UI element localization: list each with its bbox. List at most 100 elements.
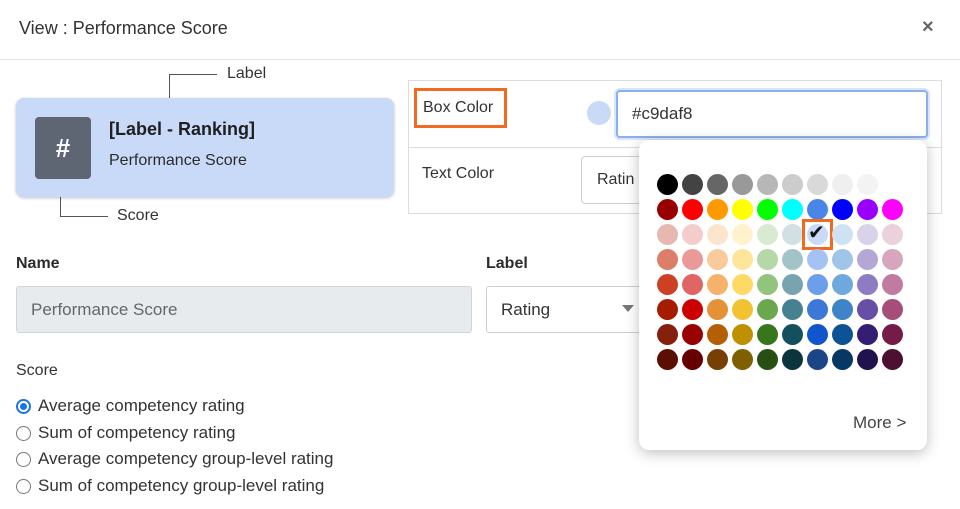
color-swatch[interactable]: [707, 274, 728, 295]
color-swatch[interactable]: [707, 174, 728, 195]
score-option-average-group[interactable]: Average competency group-level rating: [16, 449, 333, 469]
color-swatch[interactable]: [782, 199, 803, 220]
close-icon[interactable]: ×: [922, 16, 934, 39]
color-swatch[interactable]: [832, 174, 853, 195]
color-swatch[interactable]: [707, 299, 728, 320]
color-swatch[interactable]: [657, 174, 678, 195]
color-swatch[interactable]: [807, 249, 828, 270]
color-swatch[interactable]: [832, 249, 853, 270]
color-swatch[interactable]: [757, 349, 778, 370]
color-swatch[interactable]: [707, 249, 728, 270]
name-field[interactable]: [16, 286, 472, 333]
label-annotation: Label: [227, 65, 267, 82]
color-swatch[interactable]: [857, 249, 878, 270]
color-swatch[interactable]: [657, 274, 678, 295]
color-swatch[interactable]: [657, 224, 678, 245]
color-swatch[interactable]: [682, 349, 703, 370]
radio-icon[interactable]: [16, 451, 31, 467]
color-swatch[interactable]: [732, 199, 753, 220]
score-option-sum-group[interactable]: Sum of competency group-level rating: [16, 476, 324, 496]
color-swatch[interactable]: [782, 349, 803, 370]
color-swatch[interactable]: [857, 299, 878, 320]
color-swatch[interactable]: [732, 324, 753, 345]
color-swatch[interactable]: [807, 174, 828, 195]
color-swatch[interactable]: [782, 174, 803, 195]
score-annotation: Score: [117, 207, 159, 224]
color-swatch[interactable]: [857, 274, 878, 295]
color-swatch[interactable]: [882, 299, 903, 320]
color-swatch[interactable]: [832, 274, 853, 295]
color-swatch[interactable]: [757, 274, 778, 295]
color-swatch[interactable]: [882, 324, 903, 345]
color-swatch[interactable]: [757, 299, 778, 320]
color-swatch[interactable]: [807, 274, 828, 295]
color-swatch[interactable]: [807, 349, 828, 370]
color-swatch[interactable]: [782, 299, 803, 320]
color-swatch[interactable]: [682, 174, 703, 195]
text-color-label: Text Color: [422, 165, 495, 182]
color-swatch[interactable]: [882, 349, 903, 370]
color-swatch[interactable]: [732, 349, 753, 370]
color-swatch[interactable]: [882, 224, 903, 245]
color-swatch[interactable]: [707, 349, 728, 370]
color-swatch[interactable]: [832, 324, 853, 345]
color-swatch[interactable]: [682, 299, 703, 320]
color-swatch[interactable]: [707, 324, 728, 345]
color-swatch[interactable]: [732, 224, 753, 245]
color-swatch[interactable]: [882, 199, 903, 220]
color-swatch[interactable]: [832, 224, 853, 245]
color-swatch[interactable]: [682, 274, 703, 295]
color-swatch[interactable]: [807, 199, 828, 220]
color-swatch[interactable]: [782, 324, 803, 345]
color-swatch[interactable]: [857, 224, 878, 245]
color-swatch[interactable]: [707, 199, 728, 220]
color-swatch[interactable]: [732, 274, 753, 295]
color-swatch[interactable]: [757, 199, 778, 220]
box-color-input[interactable]: [616, 90, 928, 138]
color-swatch[interactable]: [707, 224, 728, 245]
color-swatch[interactable]: [782, 224, 803, 245]
color-swatch[interactable]: [857, 349, 878, 370]
more-colors-link[interactable]: More >: [853, 413, 906, 433]
color-swatch[interactable]: [732, 174, 753, 195]
score-option-average-competency[interactable]: Average competency rating: [16, 396, 245, 416]
box-color-swatch[interactable]: [587, 101, 611, 125]
color-swatch[interactable]: [682, 199, 703, 220]
color-swatch[interactable]: [682, 249, 703, 270]
color-swatch[interactable]: [657, 349, 678, 370]
color-swatch[interactable]: [832, 199, 853, 220]
color-picker-popup: ✔ More >: [639, 140, 927, 450]
color-swatch[interactable]: [757, 224, 778, 245]
color-swatch[interactable]: [657, 199, 678, 220]
chevron-down-icon[interactable]: [622, 305, 634, 312]
color-swatch[interactable]: [807, 299, 828, 320]
radio-icon[interactable]: [16, 425, 31, 441]
checkmark-icon: ✔: [808, 222, 825, 244]
color-swatch[interactable]: [757, 174, 778, 195]
color-swatch[interactable]: [832, 349, 853, 370]
color-swatch[interactable]: [882, 274, 903, 295]
color-swatch[interactable]: [807, 324, 828, 345]
color-swatch[interactable]: [757, 324, 778, 345]
color-swatch[interactable]: [832, 299, 853, 320]
hash-icon: #: [35, 117, 91, 179]
color-swatch[interactable]: [857, 199, 878, 220]
box-color-label: Box Color: [414, 88, 507, 128]
color-swatch[interactable]: [657, 324, 678, 345]
radio-icon[interactable]: [16, 478, 31, 494]
score-option-sum-competency[interactable]: Sum of competency rating: [16, 423, 235, 443]
color-swatch[interactable]: [657, 299, 678, 320]
color-swatch[interactable]: [657, 249, 678, 270]
color-swatch[interactable]: [882, 249, 903, 270]
color-swatch[interactable]: [757, 249, 778, 270]
color-swatch[interactable]: [857, 324, 878, 345]
preview-label: [Label - Ranking]: [109, 119, 256, 139]
color-swatch[interactable]: [682, 324, 703, 345]
color-swatch[interactable]: [857, 174, 878, 195]
color-swatch[interactable]: [782, 274, 803, 295]
color-swatch[interactable]: [732, 249, 753, 270]
color-swatch[interactable]: [782, 249, 803, 270]
radio-selected-icon[interactable]: [16, 398, 31, 414]
color-swatch[interactable]: [682, 224, 703, 245]
color-swatch[interactable]: [732, 299, 753, 320]
